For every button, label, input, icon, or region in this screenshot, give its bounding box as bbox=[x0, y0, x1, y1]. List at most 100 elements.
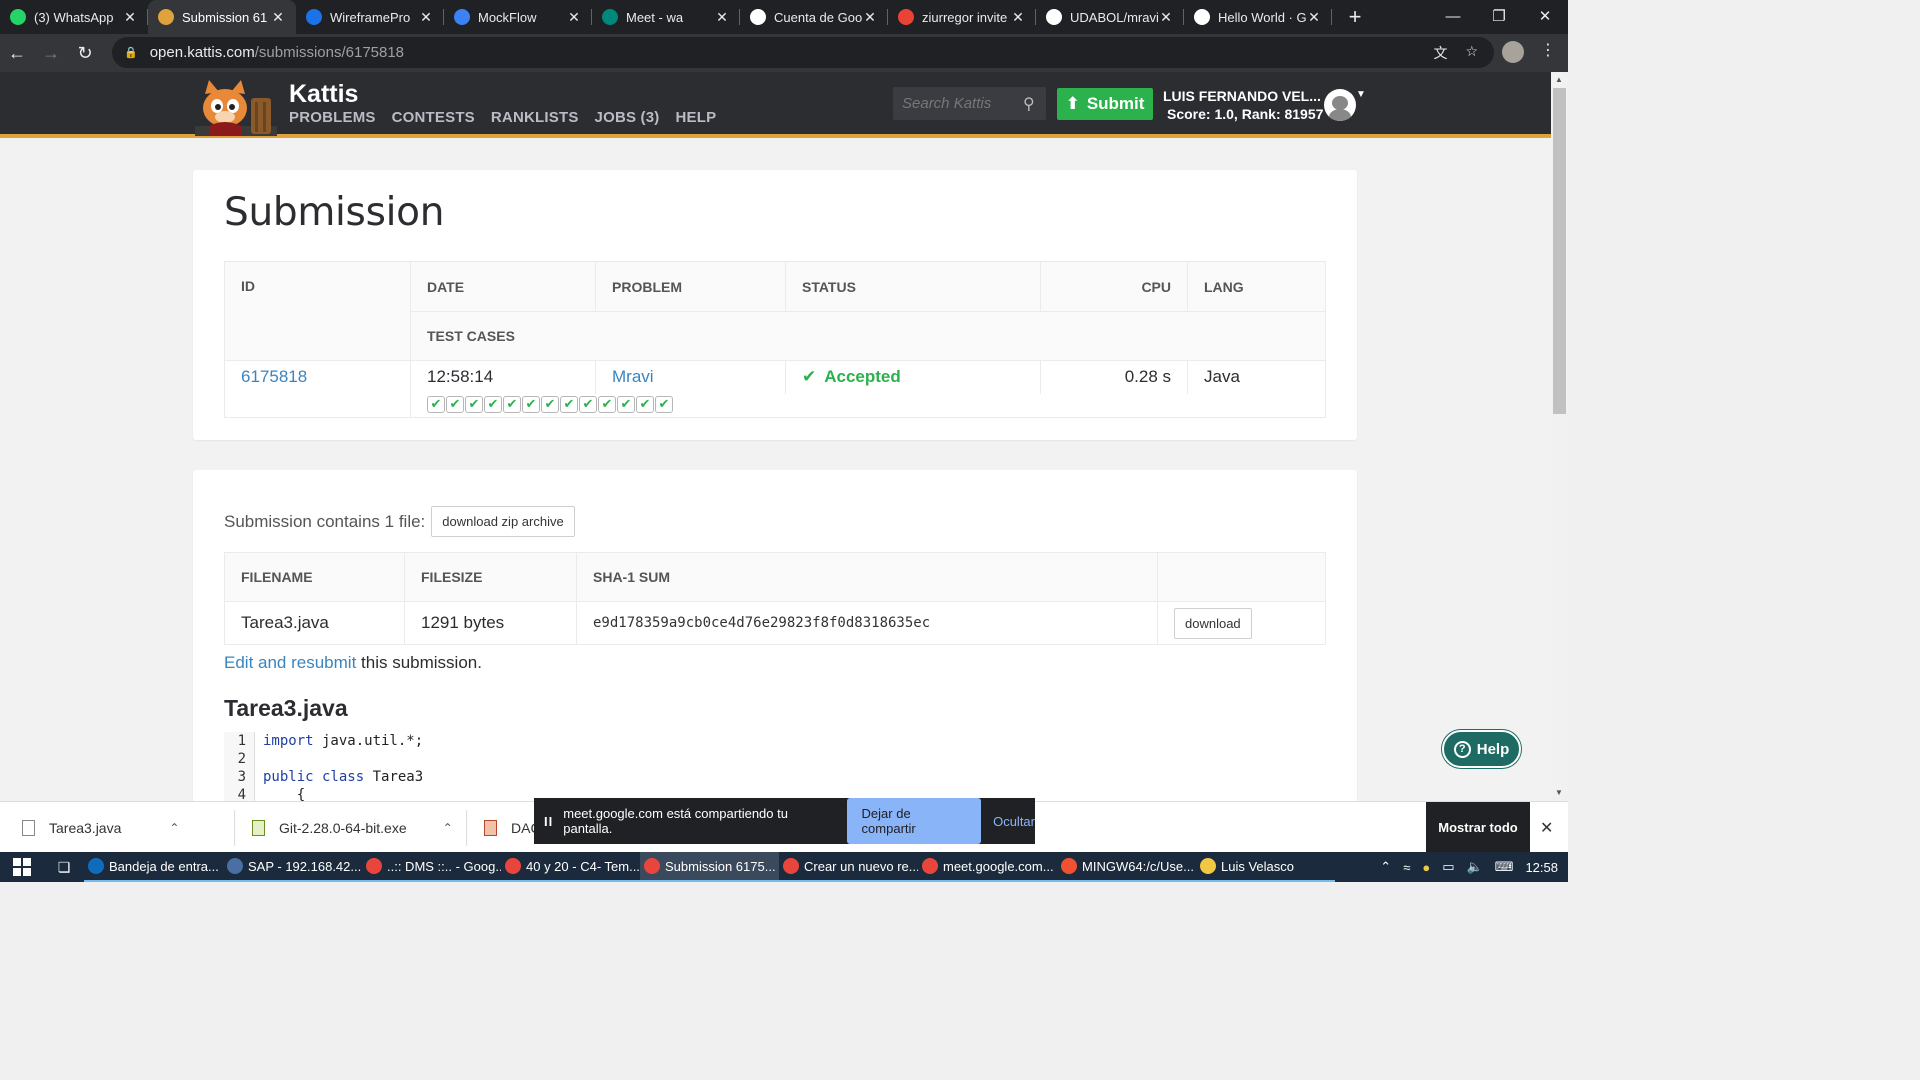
keyboard-icon[interactable]: ⌨ bbox=[1495, 859, 1514, 875]
browser-tab[interactable]: Hello World · G ✕ bbox=[1184, 0, 1332, 34]
window-controls: — ❐ ✕ bbox=[1430, 0, 1568, 32]
chevron-up-icon[interactable]: ⌃ bbox=[169, 821, 179, 835]
show-all-button[interactable]: Mostrar todo bbox=[1426, 802, 1530, 853]
close-window-icon[interactable]: ✕ bbox=[1522, 0, 1568, 32]
scroll-down-icon[interactable]: ▼ bbox=[1555, 788, 1563, 797]
volume-icon[interactable]: 🔈 bbox=[1467, 859, 1483, 875]
tray-overflow-icon[interactable]: ⌃ bbox=[1380, 859, 1391, 875]
download-item[interactable]: Git-2.28.0-64-bit.exe ⌃ bbox=[252, 802, 453, 853]
norton-icon[interactable]: ● bbox=[1422, 860, 1430, 875]
close-downloads-icon[interactable]: ✕ bbox=[1540, 818, 1553, 838]
nav-problems[interactable]: PROBLEMS bbox=[289, 109, 376, 126]
taskbar-app[interactable]: ..:: DMS ::.. - Goog... bbox=[362, 852, 501, 882]
browser-tab[interactable]: Meet - wa ✕ bbox=[592, 0, 740, 34]
battery-icon[interactable]: ▭ bbox=[1442, 859, 1454, 875]
taskbar-app[interactable]: meet.google.com... bbox=[918, 852, 1057, 882]
download-item[interactable]: DAC bbox=[484, 802, 541, 853]
close-tab-icon[interactable]: ✕ bbox=[862, 9, 878, 26]
browser-tab[interactable]: (3) WhatsApp ✕ bbox=[0, 0, 148, 34]
nav-help[interactable]: HELP bbox=[675, 109, 716, 126]
user-info[interactable]: LUIS FERNANDO VEL... Score: 1.0, Rank: 8… bbox=[1163, 87, 1323, 123]
user-avatar[interactable] bbox=[1324, 89, 1356, 121]
browser-tab[interactable]: Submission 61 ✕ bbox=[148, 0, 296, 34]
new-tab-icon[interactable]: + bbox=[1340, 0, 1370, 34]
main-nav: PROBLEMS CONTESTS RANKLISTS JOBS (3) HEL… bbox=[289, 109, 716, 126]
col-header-sha1: SHA-1 SUM bbox=[576, 552, 1158, 602]
restore-icon[interactable]: ❐ bbox=[1476, 0, 1522, 32]
tab-title: ziurregor invite bbox=[922, 9, 1008, 25]
taskbar-app[interactable]: Bandeja de entra... bbox=[84, 852, 223, 882]
taskbar-app[interactable]: Luis Velasco bbox=[1196, 852, 1335, 882]
submission-table: ID DATE PROBLEM STATUS CPU LANG TEST CAS… bbox=[224, 261, 1326, 418]
browser-tab[interactable]: UDABOL/mravi ✕ bbox=[1036, 0, 1184, 34]
taskbar-app[interactable]: 40 y 20 - C4- Tem... bbox=[501, 852, 640, 882]
close-tab-icon[interactable]: ✕ bbox=[418, 9, 434, 26]
taskbar-app[interactable]: MINGW64:/c/Use... bbox=[1057, 852, 1196, 882]
submit-button[interactable]: ⬆ Submit bbox=[1057, 88, 1153, 120]
close-tab-icon[interactable]: ✕ bbox=[270, 9, 286, 26]
help-label: Help bbox=[1476, 740, 1510, 758]
submission-id-link[interactable]: 6175818 bbox=[241, 367, 307, 386]
edit-resubmit-link[interactable]: Edit and resubmit bbox=[224, 653, 356, 672]
taskbar-apps: Bandeja de entra... SAP - 192.168.42.....… bbox=[84, 852, 1335, 882]
close-tab-icon[interactable]: ✕ bbox=[1158, 9, 1174, 26]
browser-tab[interactable]: Cuenta de Goo ✕ bbox=[740, 0, 888, 34]
address-bar[interactable]: 🔒 open.kattis.com/submissions/6175818 文 … bbox=[112, 37, 1494, 68]
scrollbar-thumb[interactable] bbox=[1553, 88, 1566, 414]
profile-avatar[interactable] bbox=[1502, 41, 1524, 63]
wifi-icon[interactable]: ≈ bbox=[1403, 860, 1410, 875]
user-menu-caret-icon[interactable]: ▼ bbox=[1356, 89, 1366, 100]
problem-link[interactable]: Mravi bbox=[612, 367, 654, 386]
nav-contests[interactable]: CONTESTS bbox=[392, 109, 475, 126]
nav-jobs[interactable]: JOBS (3) bbox=[595, 109, 660, 126]
browser-tab[interactable]: ziurregor invite ✕ bbox=[888, 0, 1036, 34]
test-case-passed-icon: ✔ bbox=[541, 395, 559, 413]
kattis-header: Kattis PROBLEMS CONTESTS RANKLISTS JOBS … bbox=[0, 72, 1551, 138]
close-tab-icon[interactable]: ✕ bbox=[714, 9, 730, 26]
page-title: Submission bbox=[224, 190, 445, 235]
cpu-time: 0.28 s bbox=[1040, 360, 1188, 394]
taskbar-app[interactable]: Submission 6175... bbox=[640, 852, 779, 882]
translate-icon[interactable]: 文 bbox=[1433, 43, 1447, 63]
code-keyword: public class bbox=[263, 769, 365, 785]
task-view-icon[interactable]: ❏ bbox=[44, 859, 84, 876]
clock[interactable]: 12:58 bbox=[1525, 860, 1558, 875]
chevron-up-icon[interactable]: ⌃ bbox=[443, 821, 453, 835]
start-button[interactable] bbox=[0, 852, 44, 882]
scroll-up-icon[interactable]: ▲ bbox=[1555, 75, 1563, 84]
close-tab-icon[interactable]: ✕ bbox=[1306, 9, 1322, 26]
lock-icon: 🔒 bbox=[124, 47, 138, 59]
browser-menu-icon[interactable]: ⋮ bbox=[1540, 40, 1556, 60]
source-file-title: Tarea3.java bbox=[224, 695, 348, 721]
back-icon[interactable]: ← bbox=[0, 36, 34, 70]
browser-tab[interactable]: WireframePro ✕ bbox=[296, 0, 444, 34]
forward-icon[interactable]: → bbox=[34, 36, 68, 70]
tab-title: WireframePro bbox=[330, 9, 411, 25]
github-icon bbox=[1194, 9, 1210, 25]
bookmark-star-icon[interactable]: ☆ bbox=[1465, 43, 1478, 63]
download-item[interactable]: Tarea3.java ⌃ bbox=[22, 802, 179, 853]
nav-ranklists[interactable]: RANKLISTS bbox=[491, 109, 579, 126]
windows-taskbar: ❏ Bandeja de entra... SAP - 192.168.42...… bbox=[0, 852, 1568, 882]
close-tab-icon[interactable]: ✕ bbox=[122, 9, 138, 26]
site-brand[interactable]: Kattis bbox=[289, 80, 358, 109]
help-button[interactable]: ? Help bbox=[1442, 730, 1521, 768]
browser-tab[interactable]: MockFlow ✕ bbox=[444, 0, 592, 34]
page-scrollbar[interactable]: ▲ ▼ bbox=[1551, 72, 1568, 801]
kattis-logo-icon[interactable] bbox=[195, 80, 277, 136]
download-zip-button[interactable]: download zip archive bbox=[431, 506, 575, 537]
taskbar-app-title: Crear un nuevo re... bbox=[804, 858, 918, 874]
taskbar-app[interactable]: Crear un nuevo re... bbox=[779, 852, 918, 882]
download-file-button[interactable]: download bbox=[1174, 607, 1252, 639]
stop-sharing-button[interactable]: Dejar de compartir bbox=[846, 798, 982, 844]
close-tab-icon[interactable]: ✕ bbox=[566, 9, 582, 26]
search-input[interactable] bbox=[902, 95, 1017, 112]
app-icon bbox=[88, 858, 104, 874]
taskbar-app[interactable]: SAP - 192.168.42.... bbox=[223, 852, 362, 882]
search-icon[interactable]: ⚲ bbox=[1023, 94, 1035, 114]
reload-icon[interactable]: ↻ bbox=[68, 36, 102, 70]
minimize-icon[interactable]: — bbox=[1430, 0, 1476, 32]
file-size: 1291 bytes bbox=[404, 601, 577, 645]
hide-banner-button[interactable]: Ocultar bbox=[993, 814, 1035, 829]
close-tab-icon[interactable]: ✕ bbox=[1010, 9, 1026, 26]
